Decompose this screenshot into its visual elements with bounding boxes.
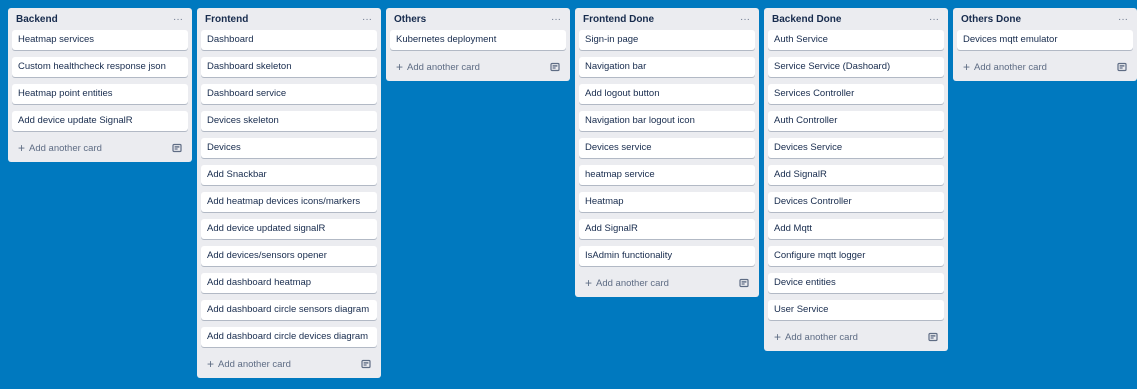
card[interactable]: Heatmap point entities [12,84,188,104]
board: Backend ··· Heatmap services Custom healthc… [8,8,1137,378]
list-menu-icon[interactable]: ··· [740,14,750,25]
card[interactable]: IsAdmin functionality [579,246,755,266]
list-header: Frontend Done ··· [579,8,755,30]
list-frontend: Frontend ··· Dashboard Dashboard skeleton Da… [197,8,381,378]
add-card-label: Add another card [974,61,1047,73]
list-footer: + Add another card [390,57,566,77]
card[interactable]: Kubernetes deployment [390,30,566,50]
list-menu-icon[interactable]: ··· [551,14,561,25]
list-title[interactable]: Others [394,14,426,25]
plus-icon: + [396,60,404,74]
card[interactable]: Navigation bar [579,57,755,77]
card[interactable]: Add Mqtt [768,219,944,239]
card[interactable]: Service Service (Dashoard) [768,57,944,77]
list-title[interactable]: Backend [16,14,58,25]
card[interactable]: Add SignalR [579,219,755,239]
add-card-label: Add another card [218,358,291,370]
card[interactable]: Dashboard [201,30,377,50]
card-template-icon[interactable] [172,143,182,153]
card[interactable]: Devices Service [768,138,944,158]
card[interactable]: Heatmap [579,192,755,212]
plus-icon: + [18,141,26,155]
card[interactable]: Devices [201,138,377,158]
card[interactable]: Services Controller [768,84,944,104]
card[interactable]: Devices mqtt emulator [957,30,1133,50]
card[interactable]: Add device update SignalR [12,111,188,131]
list-header: Others Done ··· [957,8,1133,30]
list-header: Frontend ··· [201,8,377,30]
list-menu-icon[interactable]: ··· [362,14,372,25]
card[interactable]: Add dashboard heatmap [201,273,377,293]
list-backend-done: Backend Done ··· Auth Service Service Servi… [764,8,948,351]
card[interactable]: Navigation bar logout icon [579,111,755,131]
add-card-button[interactable]: + Add another card [585,277,669,289]
card-template-icon[interactable] [739,278,749,288]
card[interactable]: User Service [768,300,944,320]
plus-icon: + [207,357,215,371]
list-menu-icon[interactable]: ··· [1118,14,1128,25]
card[interactable]: Add dashboard circle sensors diagram [201,300,377,320]
card[interactable]: Add heatmap devices icons/markers [201,192,377,212]
card[interactable]: Add logout button [579,84,755,104]
list-title[interactable]: Others Done [961,14,1021,25]
card[interactable]: Heatmap services [12,30,188,50]
card[interactable]: Device entities [768,273,944,293]
card[interactable]: Add dashboard circle devices diagram [201,327,377,347]
card[interactable]: Dashboard skeleton [201,57,377,77]
add-card-label: Add another card [596,277,669,289]
add-card-label: Add another card [29,142,102,154]
list-footer: + Add another card [201,354,377,374]
add-card-label: Add another card [785,331,858,343]
card[interactable]: Add Snackbar [201,165,377,185]
list-header: Others ··· [390,8,566,30]
card[interactable]: Auth Service [768,30,944,50]
add-card-button[interactable]: + Add another card [18,142,102,154]
plus-icon: + [963,60,971,74]
list-menu-icon[interactable]: ··· [929,14,939,25]
card[interactable]: Devices service [579,138,755,158]
list-backend: Backend ··· Heatmap services Custom healthc… [8,8,192,162]
card[interactable]: Sign-in page [579,30,755,50]
list-title[interactable]: Frontend [205,14,248,25]
plus-icon: + [774,330,782,344]
list-footer: + Add another card [957,57,1133,77]
card[interactable]: Dashboard service [201,84,377,104]
list-title[interactable]: Frontend Done [583,14,654,25]
card-template-icon[interactable] [928,332,938,342]
list-footer: + Add another card [579,273,755,293]
card[interactable]: Add devices/sensors opener [201,246,377,266]
card-template-icon[interactable] [361,359,371,369]
card[interactable]: Configure mqtt logger [768,246,944,266]
card[interactable]: Auth Controller [768,111,944,131]
list-menu-icon[interactable]: ··· [173,14,183,25]
list-footer: + Add another card [12,138,188,158]
card[interactable]: Devices skeleton [201,111,377,131]
add-card-label: Add another card [407,61,480,73]
list-footer: + Add another card [768,327,944,347]
card-template-icon[interactable] [550,62,560,72]
list-title[interactable]: Backend Done [772,14,841,25]
add-card-button[interactable]: + Add another card [963,61,1047,73]
list-others: Others ··· Kubernetes deployment + Add anoth… [386,8,570,81]
card[interactable]: Add SignalR [768,165,944,185]
card[interactable]: Custom healthcheck response json [12,57,188,77]
list-others-done: Others Done ··· Devices mqtt emulator + Add … [953,8,1137,81]
card[interactable]: Devices Controller [768,192,944,212]
card[interactable]: Add device updated signalR [201,219,377,239]
add-card-button[interactable]: + Add another card [207,358,291,370]
plus-icon: + [585,276,593,290]
card[interactable]: heatmap service [579,165,755,185]
list-header: Backend ··· [12,8,188,30]
card-template-icon[interactable] [1117,62,1127,72]
list-frontend-done: Frontend Done ··· Sign-in page Navigation b… [575,8,759,297]
list-header: Backend Done ··· [768,8,944,30]
add-card-button[interactable]: + Add another card [396,61,480,73]
add-card-button[interactable]: + Add another card [774,331,858,343]
